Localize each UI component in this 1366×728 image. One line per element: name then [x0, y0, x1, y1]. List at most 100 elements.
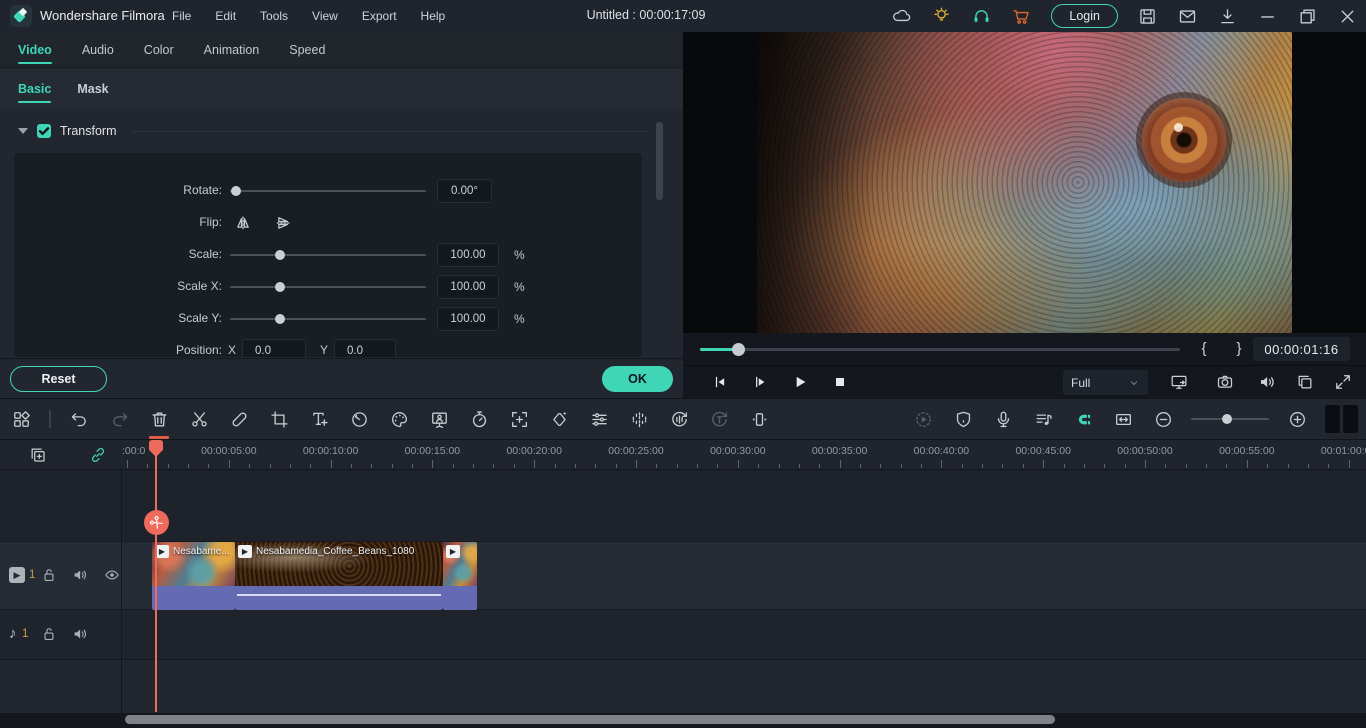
preview-timecode[interactable]: 00:00:01:16 — [1253, 337, 1350, 361]
denoise-icon[interactable] — [627, 407, 651, 431]
menu-edit[interactable]: Edit — [215, 9, 236, 23]
video-track-hide-icon[interactable] — [103, 566, 121, 584]
menu-file[interactable]: File — [172, 9, 191, 23]
scale-y-slider[interactable] — [230, 318, 426, 320]
transform-checkbox[interactable] — [37, 124, 51, 138]
render-preview-icon[interactable] — [911, 407, 935, 431]
redo-icon[interactable] — [107, 407, 131, 431]
motion-track-icon[interactable] — [507, 407, 531, 431]
panel-scrollbar[interactable] — [656, 122, 663, 200]
timer-icon[interactable] — [467, 407, 491, 431]
download-icon[interactable] — [1217, 6, 1238, 27]
ai-portrait-icon[interactable] — [427, 407, 451, 431]
rotate-slider-knob[interactable] — [231, 186, 241, 196]
video-track-mute-icon[interactable] — [71, 566, 89, 584]
tab-audio[interactable]: Audio — [82, 32, 114, 68]
collapse-triangle-icon[interactable] — [18, 128, 28, 134]
mark-icon[interactable] — [951, 407, 975, 431]
prev-frame-button[interactable] — [710, 372, 730, 392]
position-y-input[interactable]: 0.0 — [334, 339, 396, 357]
seek-handle[interactable] — [732, 343, 745, 356]
timeline-clip-3[interactable]: ▶ — [443, 542, 477, 610]
speed-icon[interactable] — [347, 407, 371, 431]
auto-ripple-icon[interactable] — [88, 445, 108, 465]
add-text-icon[interactable] — [307, 407, 331, 431]
mark-in-button[interactable]: { — [1193, 337, 1215, 359]
scale-x-value-input[interactable]: 100.00 — [437, 275, 499, 299]
scale-x-slider[interactable] — [230, 286, 426, 288]
track-height-presets[interactable] — [1325, 405, 1358, 433]
copy-icon[interactable] — [1295, 372, 1315, 392]
quick-split-button[interactable] — [144, 510, 169, 535]
timeline-ruler[interactable]: :00:000:00:05:0000:00:10:0000:00:15:0000… — [122, 440, 1366, 470]
audio-track-mute-icon[interactable] — [71, 625, 89, 643]
login-button[interactable]: Login — [1051, 4, 1118, 28]
scale-x-slider-knob[interactable] — [275, 282, 285, 292]
timeline-zoom-slider[interactable] — [1191, 407, 1269, 431]
subtab-mask[interactable]: Mask — [77, 69, 108, 109]
scale-y-value-input[interactable]: 100.00 — [437, 307, 499, 331]
scale-value-input[interactable]: 100.00 — [437, 243, 499, 267]
preview-video[interactable] — [757, 32, 1292, 333]
copy-plus-icon[interactable] — [28, 445, 48, 465]
preview-quality-dropdown[interactable]: Full — [1063, 370, 1148, 395]
delete-icon[interactable] — [147, 407, 171, 431]
preview-volume-icon[interactable] — [1257, 372, 1277, 392]
auto-sync-icon[interactable] — [667, 407, 691, 431]
scale-y-slider-knob[interactable] — [275, 314, 285, 324]
seek-bar[interactable] — [700, 348, 1180, 351]
audio-track-lock-icon[interactable] — [40, 625, 58, 643]
timeline-clip-1[interactable]: ▶Nesabame... — [152, 542, 235, 610]
fullscreen-icon[interactable] — [1333, 372, 1353, 392]
tab-speed[interactable]: Speed — [289, 32, 325, 68]
timeline-horizontal-scrollbar[interactable] — [125, 715, 1055, 724]
ok-button[interactable]: OK — [602, 366, 673, 392]
adjust-icon[interactable] — [587, 407, 611, 431]
bulb-icon[interactable] — [931, 6, 952, 27]
save-icon[interactable] — [1137, 6, 1158, 27]
timeline-clip-2[interactable]: ▶Nesabamedia_Coffee_Beans_1080 — [235, 542, 443, 610]
tab-color[interactable]: Color — [144, 32, 174, 68]
scale-slider-knob[interactable] — [275, 250, 285, 260]
headset-icon[interactable] — [971, 6, 992, 27]
mail-icon[interactable] — [1177, 6, 1198, 27]
snapshot-icon[interactable] — [1215, 372, 1235, 392]
scale-slider[interactable] — [230, 254, 426, 256]
minimize-button[interactable] — [1257, 6, 1278, 27]
tag-icon[interactable] — [227, 407, 251, 431]
stop-button[interactable] — [830, 372, 850, 392]
transform-section-header[interactable]: Transform — [0, 118, 683, 146]
zoom-in-icon[interactable] — [1285, 407, 1309, 431]
next-frame-button[interactable] — [750, 372, 770, 392]
keyframe-icon[interactable] — [547, 407, 571, 431]
menu-export[interactable]: Export — [362, 9, 397, 23]
color-palette-icon[interactable] — [387, 407, 411, 431]
cart-icon[interactable] — [1011, 6, 1032, 27]
record-voiceover-icon[interactable] — [991, 407, 1015, 431]
speech-to-text-icon[interactable] — [707, 407, 731, 431]
rotate-value-input[interactable]: 0.00° — [437, 179, 492, 203]
reset-button[interactable]: Reset — [10, 366, 107, 392]
menu-tools[interactable]: Tools — [260, 9, 288, 23]
mark-out-button[interactable]: } — [1228, 337, 1250, 359]
zoom-out-icon[interactable] — [1151, 407, 1175, 431]
play-on-device-icon[interactable] — [1169, 372, 1189, 392]
auto-reframe-icon[interactable] — [747, 407, 771, 431]
crop-icon[interactable] — [267, 407, 291, 431]
split-icon[interactable] — [187, 407, 211, 431]
menu-view[interactable]: View — [312, 9, 338, 23]
snap-icon[interactable] — [1071, 407, 1095, 431]
subtab-basic[interactable]: Basic — [18, 69, 51, 109]
playhead-line[interactable] — [155, 455, 157, 712]
menu-help[interactable]: Help — [421, 9, 446, 23]
undo-icon[interactable] — [67, 407, 91, 431]
play-button[interactable] — [790, 372, 810, 392]
zoom-fit-icon[interactable] — [1111, 407, 1135, 431]
flip-horizontal-button[interactable] — [232, 212, 254, 234]
flip-vertical-button[interactable] — [272, 212, 294, 234]
close-button[interactable] — [1337, 6, 1358, 27]
video-track-lock-icon[interactable] — [40, 566, 58, 584]
tab-video[interactable]: Video — [18, 32, 52, 68]
restore-button[interactable] — [1297, 6, 1318, 27]
cloud-icon[interactable] — [891, 6, 912, 27]
